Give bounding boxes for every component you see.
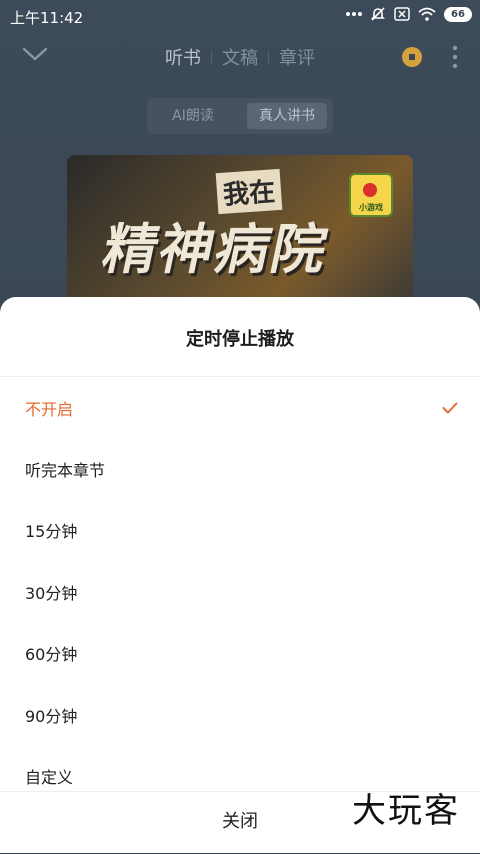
book-cover: 我在 精神病院 小游戏 <box>67 155 413 305</box>
badge-label: 小游戏 <box>359 203 383 212</box>
timer-options-list: 不开启 听完本章节 15分钟 30分钟 60分钟 90分钟 自定义 <box>0 377 480 807</box>
watermark-text: 大玩客 <box>352 791 460 831</box>
sim-off-icon <box>394 7 410 21</box>
timer-option-60min[interactable]: 60分钟 <box>0 623 480 684</box>
timer-option-30min[interactable]: 30分钟 <box>0 561 480 622</box>
mode-human-narration[interactable]: 真人讲书 <box>247 103 327 129</box>
tab-listen[interactable]: 听书 <box>155 44 211 70</box>
option-label: 90分钟 <box>25 706 78 726</box>
option-label: 听完本章节 <box>25 461 106 481</box>
content-tabs: 听书 文稿 章评 <box>155 44 325 70</box>
tab-manuscript[interactable]: 文稿 <box>212 44 268 70</box>
check-icon <box>442 399 458 418</box>
timer-option-off[interactable]: 不开启 <box>0 377 480 438</box>
wifi-icon <box>418 7 436 21</box>
option-label: 60分钟 <box>25 645 78 665</box>
coin-icon[interactable] <box>402 47 422 67</box>
mini-game-badge-icon: 小游戏 <box>349 173 393 217</box>
mode-ai-reading[interactable]: AI朗读 <box>155 103 231 129</box>
chevron-down-icon[interactable] <box>22 46 48 66</box>
option-label: 自定义 <box>25 768 74 788</box>
more-dots-icon <box>346 11 362 17</box>
timer-option-end-of-chapter[interactable]: 听完本章节 <box>0 438 480 499</box>
sleep-timer-sheet: 定时停止播放 不开启 听完本章节 15分钟 30分钟 60分钟 90分钟 自定义… <box>0 297 480 853</box>
battery-indicator: 66 <box>444 6 472 22</box>
sheet-title: 定时停止播放 <box>186 329 294 350</box>
timer-option-90min[interactable]: 90分钟 <box>0 684 480 745</box>
top-nav: 听书 文稿 章评 <box>0 36 480 80</box>
mute-icon <box>370 6 386 22</box>
cover-title: 精神病院 <box>97 218 335 281</box>
option-label: 30分钟 <box>25 583 78 603</box>
option-label: 不开启 <box>25 399 74 419</box>
status-icons: 66 <box>346 6 472 22</box>
more-vertical-icon[interactable] <box>452 45 458 73</box>
status-time: 上午11:42 <box>10 9 84 27</box>
option-label: 15分钟 <box>25 522 78 542</box>
status-bar: 上午11:42 66 <box>0 0 480 32</box>
narration-mode-switch: AI朗读 真人讲书 <box>147 98 333 134</box>
timer-option-15min[interactable]: 15分钟 <box>0 500 480 561</box>
tab-chapter-comments[interactable]: 章评 <box>269 44 325 70</box>
